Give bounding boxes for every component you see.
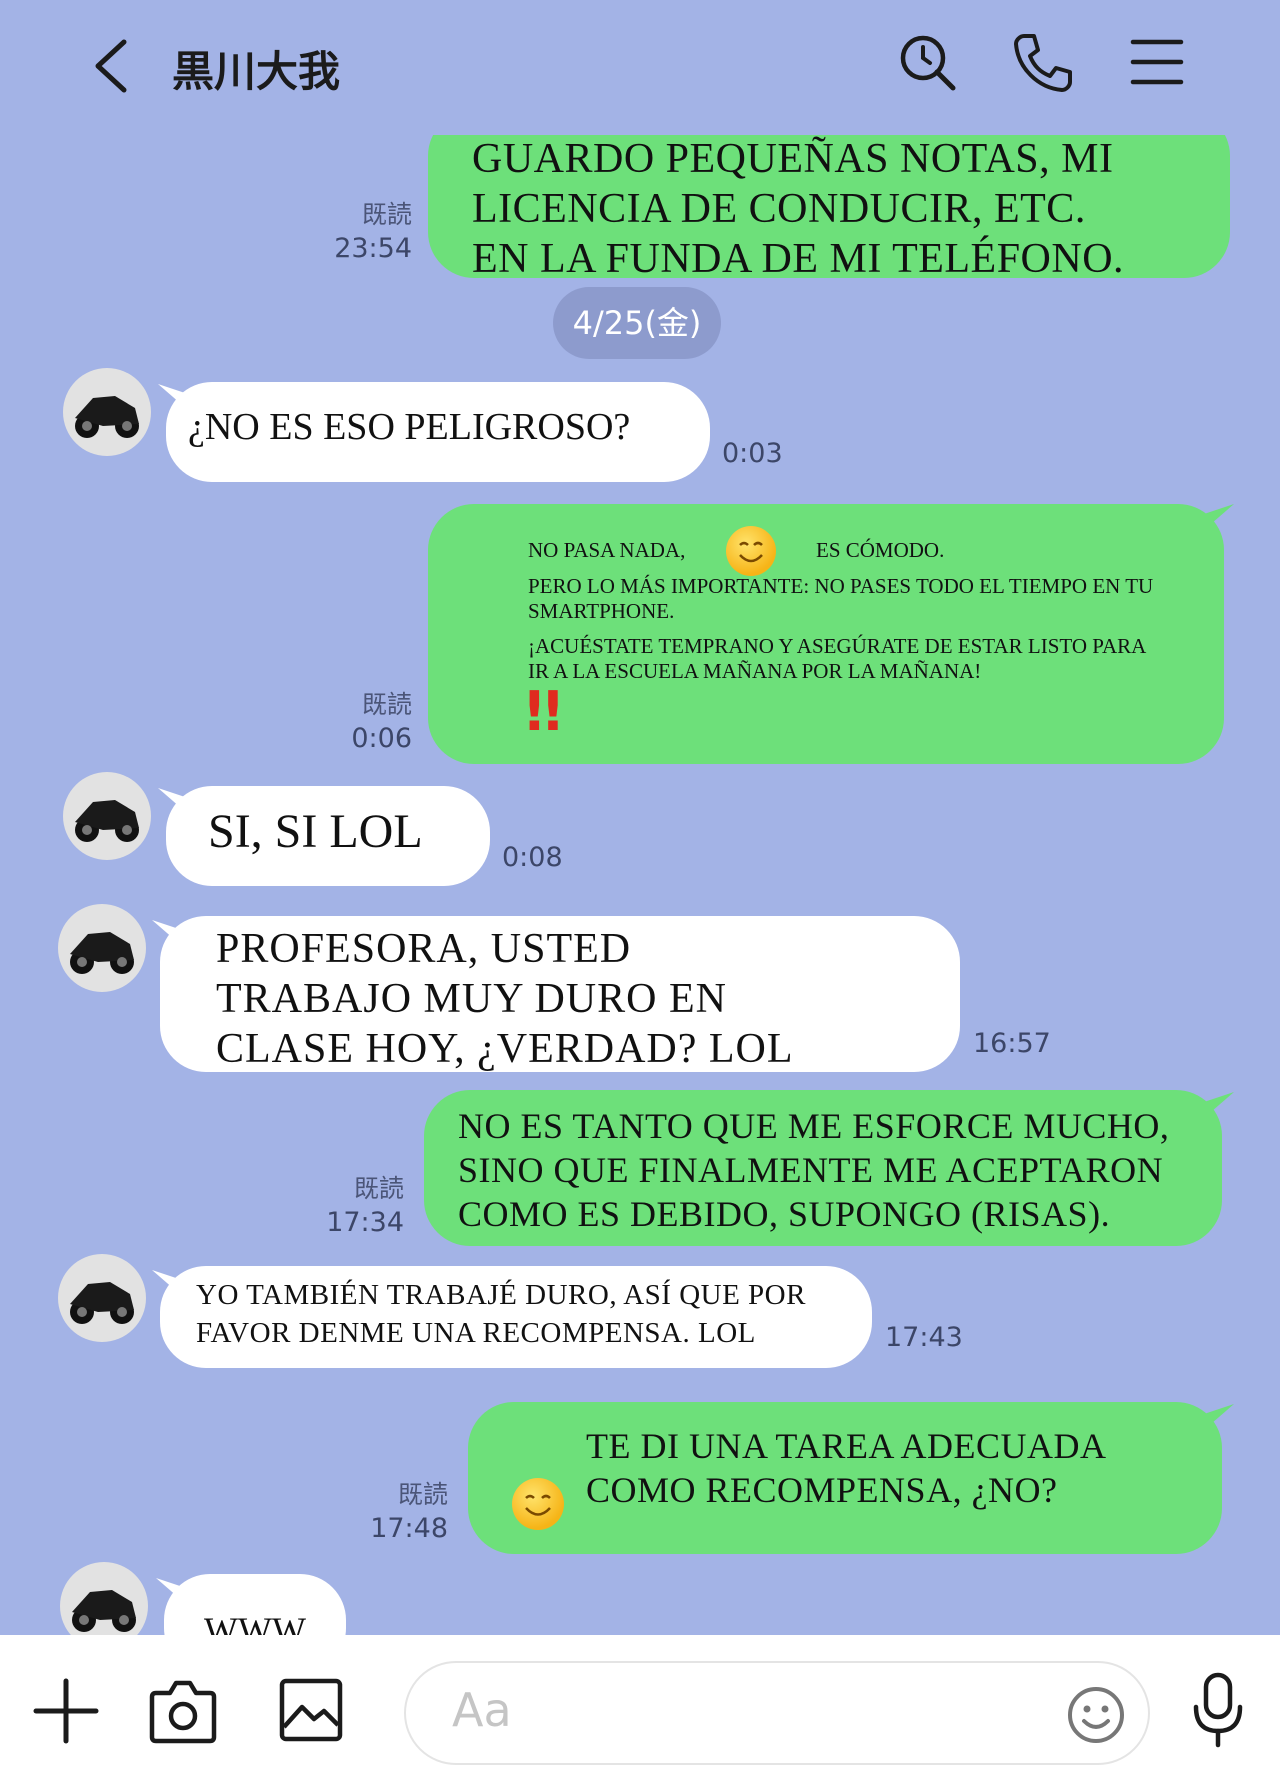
message-line: COMO RECOMPENSA, ¿NO? xyxy=(586,1470,1058,1510)
smiling-emoji-icon xyxy=(512,1478,564,1530)
read-receipt: 既読 xyxy=(361,690,412,719)
chevron-left-icon[interactable] xyxy=(88,36,138,96)
message-line: EN LA FUNDA DE MI TELÉFONO. xyxy=(472,236,1125,282)
message-line: WWW xyxy=(204,1610,306,1635)
read-receipt: 既読 xyxy=(353,1174,404,1203)
message-line: CLASE HOY, ¿VERDAD? LOL xyxy=(216,1026,794,1072)
message-input-bar: Aa xyxy=(0,1635,1280,1780)
outgoing-message[interactable]: NO ES TANTO QUE ME ESFORCE MUCHO, SINO Q… xyxy=(424,1090,1222,1246)
outgoing-message[interactable]: NO PASA NADA, ES CÓMODO. PERO LO MÁS IMP… xyxy=(428,504,1224,764)
avatar[interactable] xyxy=(63,368,151,456)
message-line: PROFESORA, USTED xyxy=(216,926,632,972)
message-meta: 既読 17:48 xyxy=(336,1478,448,1546)
incoming-message[interactable]: YO TAMBIÉN TRABAJÉ DURO, ASÍ QUE POR FAV… xyxy=(160,1266,872,1368)
message-input[interactable]: Aa xyxy=(404,1661,1150,1765)
outgoing-message[interactable]: GUARDO PEQUEÑAS NOTAS, MI LICENCIA DE CO… xyxy=(428,110,1230,282)
message-time: 17:34 xyxy=(326,1207,404,1238)
message-meta: 既読 23:54 xyxy=(300,198,412,266)
smiling-emoji-icon xyxy=(726,526,776,576)
avatar[interactable] xyxy=(58,1254,146,1342)
search-icon[interactable] xyxy=(895,30,959,94)
message-meta: 既読 17:34 xyxy=(292,1172,404,1240)
message-line: SI, SI LOL xyxy=(208,805,423,858)
phone-icon[interactable] xyxy=(1010,30,1074,94)
avatar[interactable] xyxy=(60,1562,148,1635)
read-receipt: 既読 xyxy=(361,200,412,229)
chat-area[interactable]: 既読 23:54 GUARDO PEQUEÑAS NOTAS, MI LICEN… xyxy=(0,0,1280,1635)
microphone-icon[interactable] xyxy=(1188,1671,1248,1751)
message-text: ES CÓMODO. xyxy=(816,538,945,562)
message-line: NO ES TANTO QUE ME ESFORCE MUCHO, xyxy=(458,1106,1170,1146)
chat-title: 黒川大我 xyxy=(172,47,341,96)
message-line: TRABAJO MUY DURO EN xyxy=(216,976,727,1022)
incoming-message[interactable]: PROFESORA, USTED TRABAJO MUY DURO EN CLA… xyxy=(160,916,960,1072)
message-line: FAVOR DENME UNA RECOMPENSA. LOL xyxy=(196,1317,756,1349)
message-line: ¡ACUÉSTATE TEMPRANO Y ASEGÚRATE DE ESTAR… xyxy=(528,634,1147,658)
image-icon[interactable] xyxy=(278,1677,344,1743)
message-meta: 既読 0:06 xyxy=(300,688,412,756)
plus-icon[interactable] xyxy=(32,1677,100,1745)
message-line: PERO LO MÁS IMPORTANTE: NO PASES TODO EL… xyxy=(528,574,1154,598)
double-exclamation-mark: !! xyxy=(522,680,565,743)
date-separator: 4/25(金) xyxy=(553,287,721,359)
bubble-tail xyxy=(1204,1092,1234,1118)
input-placeholder: Aa xyxy=(452,1683,512,1737)
incoming-message[interactable]: SI, SI LOL xyxy=(166,786,490,886)
incoming-message[interactable]: WWW xyxy=(164,1574,346,1635)
message-line: SMARTPHONE. xyxy=(528,599,675,623)
emoji-icon[interactable] xyxy=(1066,1685,1126,1745)
motorcycle-icon xyxy=(75,800,139,842)
message-line: YO TAMBIÉN TRABAJÉ DURO, ASÍ QUE POR xyxy=(196,1279,806,1311)
message-line: SINO QUE FINALMENTE ME ACEPTARON xyxy=(458,1150,1164,1190)
message-time: 16:57 xyxy=(973,1028,1051,1059)
message-line: ¿NO ES ESO PELIGROSO? xyxy=(188,406,631,448)
message-line: GUARDO PEQUEÑAS NOTAS, MI xyxy=(472,136,1114,182)
bubble-tail xyxy=(1204,504,1234,530)
message-time: 0:06 xyxy=(351,723,412,754)
message-line: LICENCIA DE CONDUCIR, ETC. xyxy=(472,186,1086,232)
bubble-tail xyxy=(1204,1404,1234,1430)
chat-header-overlay: 黒川大我 xyxy=(0,0,1280,130)
outgoing-message[interactable]: TE DI UNA TAREA ADECUADA COMO RECOMPENSA… xyxy=(468,1402,1222,1554)
message-time: 17:43 xyxy=(885,1322,963,1353)
message-line: COMO ES DEBIDO, SUPONGO (RISAS). xyxy=(458,1194,1111,1234)
message-time: 23:54 xyxy=(334,233,412,264)
message-time: 0:03 xyxy=(722,438,783,469)
incoming-message[interactable]: ¿NO ES ESO PELIGROSO? xyxy=(166,382,710,482)
avatar[interactable] xyxy=(58,904,146,992)
message-line: IR A LA ESCUELA MAÑANA POR LA MAÑANA! xyxy=(528,659,982,683)
motorcycle-icon xyxy=(70,1282,134,1324)
message-text: NO PASA NADA, xyxy=(528,538,686,562)
message-time: 17:48 xyxy=(370,1513,448,1544)
menu-icon[interactable] xyxy=(1125,30,1189,94)
read-receipt: 既読 xyxy=(397,1480,448,1509)
motorcycle-icon xyxy=(72,1590,136,1632)
avatar[interactable] xyxy=(63,772,151,860)
camera-icon[interactable] xyxy=(148,1677,218,1745)
motorcycle-icon xyxy=(75,396,139,438)
motorcycle-icon xyxy=(70,932,134,974)
message-line: TE DI UNA TAREA ADECUADA xyxy=(586,1426,1107,1466)
message-time: 0:08 xyxy=(502,842,563,873)
